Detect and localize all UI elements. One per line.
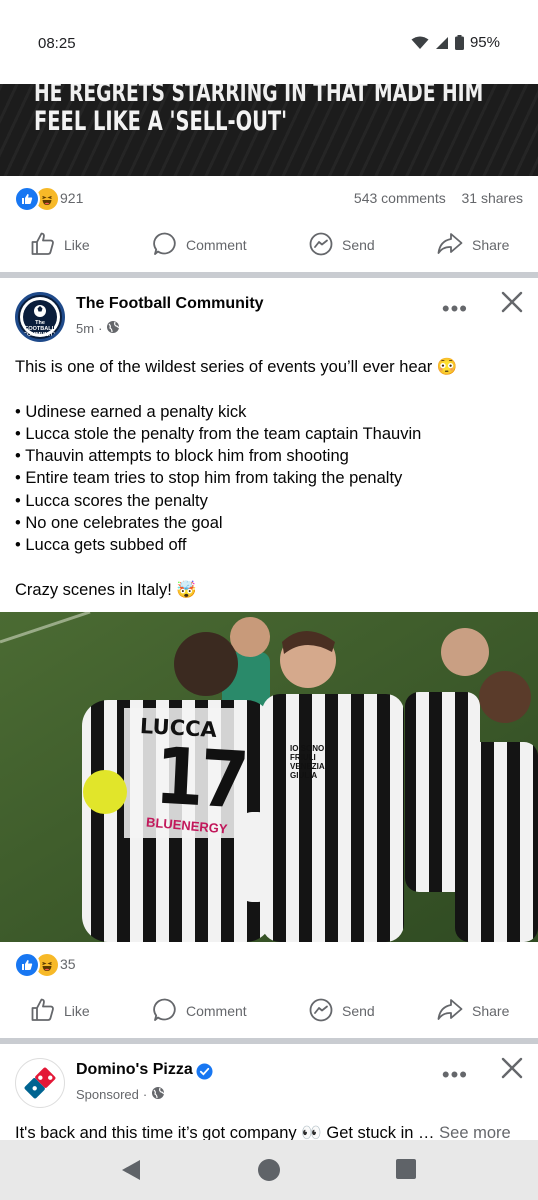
home-icon[interactable] bbox=[257, 1158, 281, 1187]
reaction-icons bbox=[14, 952, 60, 978]
recents-icon[interactable] bbox=[396, 1159, 416, 1184]
reaction-icons bbox=[14, 186, 60, 212]
comment-label: Comment bbox=[186, 237, 247, 253]
dominos-logo-icon bbox=[24, 1067, 56, 1099]
comment-label: Comment bbox=[186, 1003, 247, 1019]
like-label: Like bbox=[64, 1003, 90, 1019]
shirt-number: 17 bbox=[152, 731, 248, 827]
post-actions: Like Comment Send Share bbox=[0, 986, 538, 1036]
post-meta: 5m · bbox=[76, 320, 120, 337]
close-icon[interactable] bbox=[500, 1056, 524, 1085]
post-actions: Like Comment Send Share bbox=[0, 220, 538, 270]
close-icon[interactable] bbox=[500, 290, 524, 319]
post-text: This is one of the wildest series of eve… bbox=[15, 358, 458, 599]
previous-post-image[interactable]: HE REGRETS STARRING IN THAT MADE HIM FEE… bbox=[0, 84, 538, 176]
android-nav-bar bbox=[0, 1140, 538, 1200]
post-meta: Sponsored · bbox=[76, 1086, 165, 1103]
reaction-count: 921 bbox=[60, 190, 84, 206]
battery-percent: 95% bbox=[469, 34, 500, 51]
share-button[interactable]: Share bbox=[436, 220, 509, 270]
share-label: Share bbox=[472, 237, 510, 253]
sponsored-post-header: Domino's Pizza Sponsored · ••• bbox=[0, 1044, 538, 1114]
share-arrow-icon bbox=[436, 997, 464, 1026]
messenger-icon bbox=[308, 231, 334, 260]
globe-icon bbox=[106, 320, 120, 337]
engagement-counts: 543 comments 31 shares bbox=[354, 190, 523, 206]
banner-headline-line2: FEEL LIKE A 'SELL-OUT' bbox=[34, 106, 288, 137]
signal-icon bbox=[435, 36, 449, 50]
like-label: Like bbox=[64, 237, 90, 253]
globe-icon bbox=[151, 1086, 165, 1103]
post-time[interactable]: 5m bbox=[76, 321, 94, 336]
messenger-icon bbox=[308, 997, 334, 1026]
share-arrow-icon bbox=[436, 231, 464, 260]
banner-headline-line1: HE REGRETS STARRING IN THAT MADE HIM bbox=[34, 84, 484, 108]
more-options-icon[interactable]: ••• bbox=[442, 1062, 468, 1088]
post-header: The FOOTBALL COMMUNITY The Football Comm… bbox=[0, 278, 538, 348]
status-icons: 95% bbox=[411, 34, 500, 51]
back-icon[interactable] bbox=[120, 1158, 142, 1187]
send-label: Send bbox=[342, 1003, 375, 1019]
comment-icon bbox=[152, 231, 178, 260]
like-reaction-icon bbox=[14, 186, 40, 212]
comment-icon bbox=[152, 997, 178, 1026]
reactions-summary[interactable]: 921 543 comments 31 shares bbox=[0, 178, 538, 218]
send-button[interactable]: Send bbox=[308, 986, 375, 1036]
reactions-summary-post1[interactable]: 35 bbox=[0, 944, 538, 984]
send-button[interactable]: Send bbox=[308, 220, 375, 270]
football-players-image bbox=[0, 612, 538, 942]
page-avatar[interactable]: The FOOTBALL COMMUNITY bbox=[15, 292, 65, 342]
more-options-icon[interactable]: ••• bbox=[442, 296, 468, 322]
meta-separator: · bbox=[98, 321, 103, 336]
battery-icon bbox=[454, 35, 464, 50]
share-label: Share bbox=[472, 1003, 510, 1019]
status-bar: 08:25 95% bbox=[0, 0, 538, 84]
share-count[interactable]: 31 shares bbox=[462, 190, 523, 206]
meta-separator: · bbox=[142, 1087, 148, 1102]
status-time: 08:25 bbox=[38, 35, 76, 52]
shirt-text: IO SONO FRIULI VENEZIA GIULIA bbox=[290, 744, 325, 780]
comment-button[interactable]: Comment bbox=[152, 220, 247, 270]
like-button[interactable]: Like bbox=[30, 220, 90, 270]
send-label: Send bbox=[342, 237, 375, 253]
share-button[interactable]: Share bbox=[436, 986, 509, 1036]
avatar-text: The FOOTBALL COMMUNITY bbox=[23, 320, 57, 338]
like-reaction-icon bbox=[14, 952, 40, 978]
like-button[interactable]: Like bbox=[30, 986, 90, 1036]
comment-count[interactable]: 543 comments bbox=[354, 190, 446, 206]
sponsor-page-name[interactable]: Domino's Pizza bbox=[76, 1061, 193, 1079]
post-image[interactable]: LUCCA 17 BLUENERGY IO SONO FRIULI VENEZI… bbox=[0, 612, 538, 942]
comment-button[interactable]: Comment bbox=[152, 986, 247, 1036]
thumbs-up-icon bbox=[30, 231, 56, 260]
sponsored-label[interactable]: Sponsored bbox=[76, 1087, 139, 1102]
reaction-count: 35 bbox=[60, 956, 76, 972]
dominos-avatar[interactable] bbox=[15, 1058, 65, 1108]
wifi-icon bbox=[411, 36, 429, 50]
verified-badge-icon bbox=[196, 1063, 213, 1085]
thumbs-up-icon bbox=[30, 997, 56, 1026]
page-name[interactable]: The Football Community bbox=[76, 295, 264, 313]
